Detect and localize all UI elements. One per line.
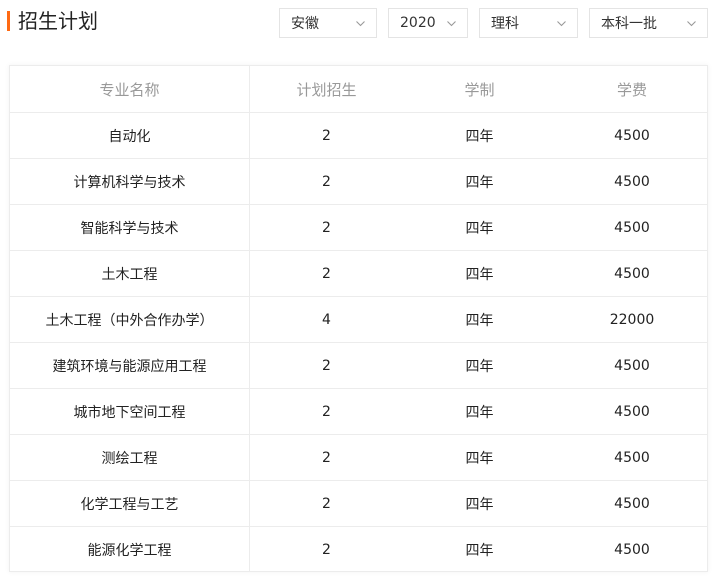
- cell-plan: 2: [249, 204, 403, 251]
- table-row: 土木工程（中外合作办学） 4 四年 22000: [10, 296, 708, 343]
- subject-select-value: 理科: [491, 16, 519, 32]
- page-title: 招生计划: [18, 9, 98, 33]
- cell-major: 土木工程: [10, 250, 250, 297]
- cell-duration: 四年: [403, 388, 556, 435]
- table-row: 测绘工程 2 四年 4500: [10, 434, 708, 481]
- enrollment-plan-table: 专业名称 计划招生 学制 学费 自动化 2 四年 4500 计算机科学与技术 2…: [9, 65, 708, 572]
- cell-major: 化学工程与工艺: [10, 480, 250, 527]
- cell-tuition: 4500: [556, 434, 708, 481]
- cell-plan: 2: [249, 434, 403, 481]
- batch-select[interactable]: 本科一批: [589, 8, 708, 38]
- cell-tuition: 4500: [556, 342, 708, 389]
- page-header: 招生计划 安徽 2020 理科 本科一批: [0, 0, 717, 52]
- cell-tuition: 4500: [556, 204, 708, 251]
- table-header-row: 专业名称 计划招生 学制 学费: [10, 66, 708, 113]
- cell-major: 计算机科学与技术: [10, 158, 250, 205]
- cell-plan: 2: [249, 158, 403, 205]
- plan-table: 专业名称 计划招生 学制 学费 自动化 2 四年 4500 计算机科学与技术 2…: [10, 66, 708, 572]
- subject-select[interactable]: 理科: [479, 8, 578, 38]
- cell-plan: 2: [249, 480, 403, 527]
- cell-major: 测绘工程: [10, 434, 250, 481]
- chevron-down-icon: [356, 20, 365, 26]
- cell-plan: 2: [249, 112, 403, 159]
- cell-major: 土木工程（中外合作办学）: [10, 296, 250, 343]
- cell-duration: 四年: [403, 204, 556, 251]
- table-row: 建筑环境与能源应用工程 2 四年 4500: [10, 342, 708, 389]
- cell-major: 城市地下空间工程: [10, 388, 250, 435]
- cell-major: 建筑环境与能源应用工程: [10, 342, 250, 389]
- cell-plan: 2: [322, 541, 331, 558]
- cell-tuition: 4500: [614, 541, 650, 558]
- column-header-major: 专业名称: [10, 66, 250, 113]
- cell-duration: 四年: [403, 296, 556, 343]
- table-row: 城市地下空间工程 2 四年 4500: [10, 388, 708, 435]
- cell-tuition: 4500: [556, 158, 708, 205]
- table-row: 计算机科学与技术 2 四年 4500: [10, 158, 708, 205]
- cell-duration: 四年: [465, 542, 494, 559]
- cell-duration: 四年: [403, 158, 556, 205]
- cell-plan: 2: [249, 342, 403, 389]
- year-select[interactable]: 2020: [388, 8, 468, 38]
- title-accent-bar: [7, 11, 10, 31]
- cell-major: 自动化: [10, 112, 250, 159]
- year-select-value: 2020: [400, 15, 436, 31]
- cell-plan: 4: [249, 296, 403, 343]
- column-header-plan: 计划招生: [249, 66, 403, 113]
- table-row: 能源化学工程 2 四年 4500: [10, 526, 708, 572]
- cell-tuition: 22000: [556, 296, 708, 343]
- table-row: 自动化 2 四年 4500: [10, 112, 708, 159]
- batch-select-value: 本科一批: [601, 16, 657, 32]
- cell-tuition: 4500: [556, 250, 708, 297]
- chevron-down-icon: [447, 20, 456, 26]
- cell-duration: 四年: [403, 112, 556, 159]
- cell-duration: 四年: [403, 434, 556, 481]
- table-row: 化学工程与工艺 2 四年 4500: [10, 480, 708, 527]
- cell-tuition: 4500: [556, 388, 708, 435]
- cell-duration: 四年: [403, 342, 556, 389]
- cell-plan: 2: [249, 388, 403, 435]
- cell-tuition: 4500: [556, 480, 708, 527]
- cell-major: 智能科学与技术: [10, 204, 250, 251]
- column-header-tuition: 学费: [556, 66, 708, 113]
- cell-tuition: 4500: [556, 112, 708, 159]
- cell-plan: 2: [249, 250, 403, 297]
- section-title: 招生计划: [7, 8, 98, 34]
- table-row: 智能科学与技术 2 四年 4500: [10, 204, 708, 251]
- cell-duration: 四年: [403, 250, 556, 297]
- chevron-down-icon: [687, 20, 696, 26]
- cell-duration: 四年: [403, 480, 556, 527]
- column-header-duration: 学制: [403, 66, 556, 113]
- cell-major: 能源化学工程: [10, 526, 250, 572]
- chevron-down-icon: [557, 20, 566, 26]
- province-select-value: 安徽: [291, 16, 319, 32]
- table-row: 土木工程 2 四年 4500: [10, 250, 708, 297]
- province-select[interactable]: 安徽: [279, 8, 377, 38]
